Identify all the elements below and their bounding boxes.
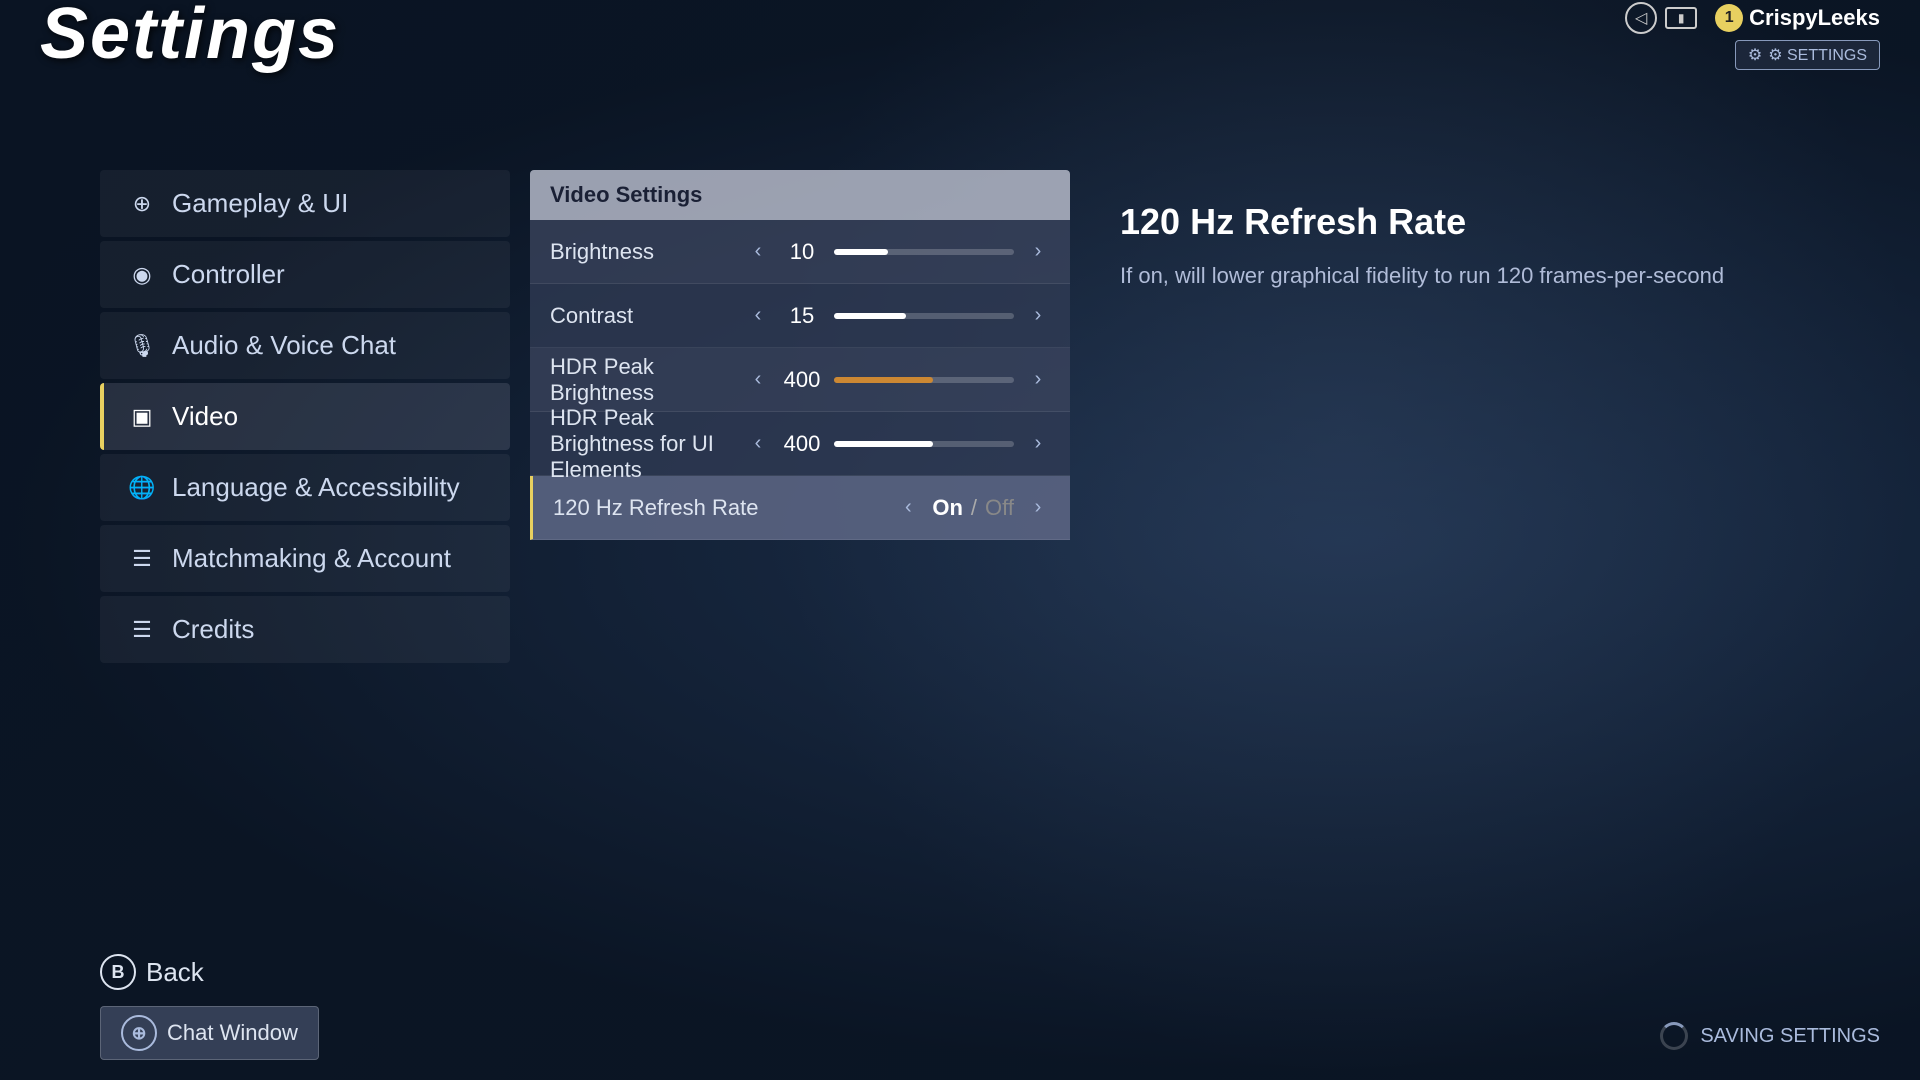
- brightness-slider-fill: [834, 249, 888, 255]
- sidebar-label-controller: Controller: [172, 259, 285, 290]
- contrast-label: Contrast: [550, 303, 746, 329]
- sidebar-item-gameplay[interactable]: ⊕ Gameplay & UI: [100, 170, 510, 237]
- refresh-rate-left-arrow[interactable]: ‹: [896, 496, 920, 519]
- sidebar-item-matchmaking[interactable]: ☰ Matchmaking & Account: [100, 525, 510, 592]
- connectivity-icon: ◁: [1625, 2, 1657, 34]
- chat-icon: ⊕: [121, 1015, 157, 1051]
- panel-title: Video Settings: [530, 170, 1070, 220]
- contrast-value: 15: [782, 303, 822, 329]
- sidebar-label-video: Video: [172, 401, 238, 432]
- main-layout: ⊕ Gameplay & UI ◉ Controller 🎙 Audio & V…: [100, 170, 1920, 1080]
- refresh-rate-on: On: [932, 495, 963, 521]
- sidebar-item-video[interactable]: ▣ Video: [100, 383, 510, 450]
- bottom-controls: B Back ⊕ Chat Window: [100, 954, 319, 1060]
- gameplay-icon: ⊕: [128, 191, 156, 217]
- brightness-left-arrow[interactable]: ‹: [746, 240, 770, 263]
- user-name: CrispyLeeks: [1749, 5, 1880, 31]
- battery-icon: ▮: [1665, 7, 1697, 29]
- sidebar-label-gameplay: Gameplay & UI: [172, 188, 348, 219]
- hdr-peak-slider-fill: [834, 377, 933, 383]
- back-label: Back: [146, 957, 204, 988]
- hdr-peak-ui-right-arrow[interactable]: ›: [1026, 432, 1050, 455]
- hdr-peak-ui-slider-fill: [834, 441, 933, 447]
- contrast-right-arrow[interactable]: ›: [1026, 304, 1050, 327]
- user-area: ◁ ▮ 1 CrispyLeeks ⚙ ⚙ SETTINGS: [1625, 2, 1880, 70]
- hdr-peak-ui-value: 400: [782, 431, 822, 457]
- gear-icon: ⚙: [1748, 45, 1762, 65]
- controller-icon: ◉: [128, 262, 156, 288]
- header: Settings ◁ ▮ 1 CrispyLeeks ⚙ ⚙ SETTINGS: [0, 0, 1920, 80]
- back-button[interactable]: B Back: [100, 954, 319, 990]
- refresh-rate-separator: /: [971, 495, 977, 521]
- sidebar-label-matchmaking: Matchmaking & Account: [172, 543, 451, 574]
- back-btn-icon: B: [100, 954, 136, 990]
- info-panel: 120 Hz Refresh Rate If on, will lower gr…: [1090, 170, 1920, 1080]
- refresh-rate-right-arrow[interactable]: ›: [1026, 496, 1050, 519]
- brightness-slider[interactable]: [834, 249, 1014, 255]
- brightness-row[interactable]: Brightness ‹ 10 ›: [530, 220, 1070, 284]
- sidebar-item-controller[interactable]: ◉ Controller: [100, 241, 510, 308]
- saving-label: SAVING SETTINGS: [1700, 1025, 1880, 1048]
- hdr-peak-ui-label: HDR Peak Brightness for UI Elements: [550, 405, 746, 483]
- sidebar-label-language: Language & Accessibility: [172, 472, 460, 503]
- content-layer: Settings ◁ ▮ 1 CrispyLeeks ⚙ ⚙ SETTINGS …: [0, 0, 1920, 1080]
- contrast-left-arrow[interactable]: ‹: [746, 304, 770, 327]
- brightness-right-arrow[interactable]: ›: [1026, 240, 1050, 263]
- brightness-value: 10: [782, 239, 822, 265]
- user-icons-row: ◁ ▮ 1 CrispyLeeks: [1625, 2, 1880, 34]
- hdr-peak-left-arrow[interactable]: ‹: [746, 368, 770, 391]
- page-title: Settings: [40, 0, 340, 70]
- globe-icon: 🌐: [128, 475, 156, 501]
- video-icon: ▣: [128, 404, 156, 430]
- refresh-rate-label: 120 Hz Refresh Rate: [553, 495, 896, 521]
- contrast-slider-fill: [834, 313, 906, 319]
- info-title: 120 Hz Refresh Rate: [1120, 200, 1890, 243]
- saving-spinner: [1660, 1022, 1688, 1050]
- settings-bar-label: ⚙ SETTINGS: [1768, 45, 1867, 65]
- settings-bar[interactable]: ⚙ ⚙ SETTINGS: [1735, 40, 1880, 70]
- hdr-peak-label: HDR Peak Brightness: [550, 354, 746, 406]
- sidebar-item-audio[interactable]: 🎙 Audio & Voice Chat: [100, 312, 510, 379]
- sidebar-item-credits[interactable]: ☰ Credits: [100, 596, 510, 663]
- hdr-peak-value: 400: [782, 367, 822, 393]
- refresh-rate-off: Off: [985, 495, 1014, 521]
- chat-window-label: Chat Window: [167, 1020, 298, 1046]
- credits-icon: ☰: [128, 617, 156, 643]
- sidebar: ⊕ Gameplay & UI ◉ Controller 🎙 Audio & V…: [100, 170, 510, 1080]
- contrast-control: ‹ 15 ›: [746, 303, 1050, 329]
- refresh-rate-row[interactable]: 120 Hz Refresh Rate ‹ On / Off ›: [530, 476, 1070, 540]
- brightness-control: ‹ 10 ›: [746, 239, 1050, 265]
- user-level-badge: 1: [1715, 4, 1743, 32]
- microphone-icon: 🎙: [128, 333, 156, 359]
- contrast-slider[interactable]: [834, 313, 1014, 319]
- hdr-peak-control: ‹ 400 ›: [746, 367, 1050, 393]
- hdr-peak-ui-slider[interactable]: [834, 441, 1014, 447]
- chat-window-button[interactable]: ⊕ Chat Window: [100, 1006, 319, 1060]
- contrast-row[interactable]: Contrast ‹ 15 ›: [530, 284, 1070, 348]
- refresh-rate-control: ‹ On / Off ›: [896, 495, 1050, 521]
- hdr-peak-slider[interactable]: [834, 377, 1014, 383]
- sidebar-label-credits: Credits: [172, 614, 254, 645]
- hdr-peak-ui-control: ‹ 400 ›: [746, 431, 1050, 457]
- refresh-rate-toggle: On / Off: [932, 495, 1014, 521]
- hdr-peak-ui-row[interactable]: HDR Peak Brightness for UI Elements ‹ 40…: [530, 412, 1070, 476]
- sidebar-label-audio: Audio & Voice Chat: [172, 330, 396, 361]
- video-settings-panel: Video Settings Brightness ‹ 10 › Contras…: [530, 170, 1070, 1080]
- hdr-peak-right-arrow[interactable]: ›: [1026, 368, 1050, 391]
- saving-area: SAVING SETTINGS: [1660, 1022, 1880, 1050]
- info-description: If on, will lower graphical fidelity to …: [1120, 259, 1890, 292]
- hdr-peak-row[interactable]: HDR Peak Brightness ‹ 400 ›: [530, 348, 1070, 412]
- matchmaking-icon: ☰: [128, 546, 156, 572]
- brightness-label: Brightness: [550, 239, 746, 265]
- sidebar-item-language[interactable]: 🌐 Language & Accessibility: [100, 454, 510, 521]
- hdr-peak-ui-left-arrow[interactable]: ‹: [746, 432, 770, 455]
